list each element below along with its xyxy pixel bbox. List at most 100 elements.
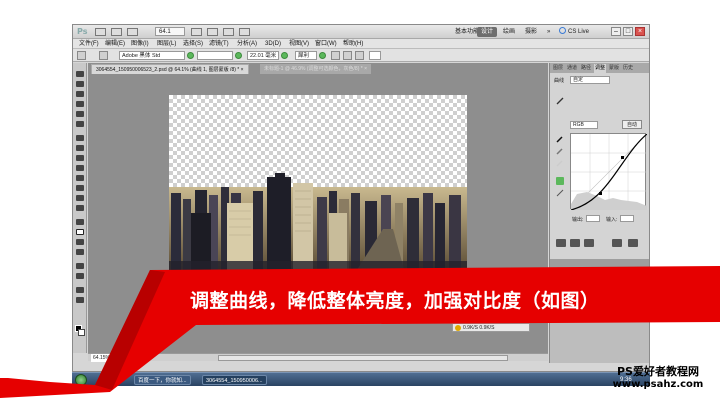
menu-select[interactable]: 选择(S) bbox=[183, 39, 203, 49]
edit-points-icon[interactable] bbox=[556, 177, 564, 185]
input-field[interactable] bbox=[620, 215, 634, 222]
zoom-level-field[interactable]: 64.1 bbox=[155, 27, 185, 36]
marquee-tool-icon[interactable] bbox=[76, 81, 84, 87]
target-adjust-icon[interactable] bbox=[556, 97, 564, 105]
cs-live-button[interactable]: CS Live bbox=[559, 27, 589, 37]
clip-layer-icon[interactable] bbox=[570, 239, 580, 247]
crop-tool-icon[interactable] bbox=[76, 111, 84, 117]
tab-adjustments[interactable]: 调整 bbox=[594, 64, 607, 73]
type-tool-icon[interactable] bbox=[76, 229, 84, 235]
view-extras-icon[interactable] bbox=[127, 28, 138, 36]
align-left-icon[interactable] bbox=[331, 51, 340, 60]
auto-button[interactable]: 自动 bbox=[622, 120, 642, 129]
quick-select-tool-icon[interactable] bbox=[76, 101, 84, 107]
bridge-icon[interactable] bbox=[95, 28, 106, 36]
tab-masks[interactable]: 蒙版 bbox=[608, 64, 620, 73]
tab-untitled-document[interactable]: 未标题-1 @ 46.9% (调整可选颜色，灰色/8) * × bbox=[260, 64, 372, 74]
menu-view[interactable]: 视图(V) bbox=[289, 39, 309, 49]
visibility-icon[interactable] bbox=[584, 239, 594, 247]
menu-layer[interactable]: 图层(L) bbox=[157, 39, 176, 49]
menu-edit[interactable]: 编辑(E) bbox=[105, 39, 125, 49]
ps-logo: Ps bbox=[77, 27, 88, 36]
tab-channels[interactable]: 通道 bbox=[566, 64, 578, 73]
workspace-design[interactable]: 设计 bbox=[477, 27, 498, 37]
background-color[interactable] bbox=[78, 329, 85, 336]
3d-rotate-tool-icon[interactable] bbox=[76, 263, 84, 269]
type-tool-preset-icon[interactable] bbox=[77, 51, 86, 60]
taskbar-item-photoshop[interactable]: 3064554_150950006... bbox=[202, 375, 267, 385]
workspace-expand-button[interactable]: » bbox=[543, 27, 554, 37]
tab-history[interactable]: 历史 bbox=[622, 64, 634, 73]
workspace-painting[interactable]: 绘画 bbox=[499, 27, 519, 37]
minimize-button[interactable]: – bbox=[611, 27, 621, 36]
blur-tool-icon[interactable] bbox=[76, 195, 84, 201]
mini-bridge-icon[interactable] bbox=[111, 28, 122, 36]
black-point-eyedropper-icon[interactable] bbox=[556, 135, 564, 143]
antialias-select[interactable]: 犀利 bbox=[295, 51, 317, 60]
history-brush-tool-icon[interactable] bbox=[76, 165, 84, 171]
gradient-tool-icon[interactable] bbox=[76, 185, 84, 191]
document-info[interactable]: 文档:1.98M/... bbox=[122, 354, 153, 362]
image-canvas[interactable] bbox=[169, 95, 467, 273]
clone-stamp-tool-icon[interactable] bbox=[76, 155, 84, 161]
color-swatches[interactable] bbox=[75, 325, 85, 339]
healing-brush-tool-icon[interactable] bbox=[76, 135, 84, 141]
eyedropper-tool-icon[interactable] bbox=[76, 121, 84, 127]
shape-tool-icon[interactable] bbox=[76, 249, 84, 255]
tab-layers[interactable]: 图层 bbox=[552, 64, 564, 73]
brush-tool-icon[interactable] bbox=[76, 145, 84, 151]
text-orientation-icon[interactable] bbox=[99, 51, 108, 60]
maximize-button[interactable]: □ bbox=[623, 27, 633, 36]
menu-analysis[interactable]: 分析(A) bbox=[237, 39, 257, 49]
zoom-status-field[interactable]: 64.15% bbox=[91, 354, 112, 362]
align-right-icon[interactable] bbox=[355, 51, 364, 60]
zoom-tool-icon[interactable] bbox=[76, 297, 84, 303]
menu-file[interactable]: 文件(F) bbox=[79, 39, 99, 49]
cs-live-label: CS Live bbox=[568, 29, 590, 35]
back-arrow-icon[interactable] bbox=[556, 239, 566, 247]
3d-camera-tool-icon[interactable] bbox=[76, 273, 84, 279]
gray-point-eyedropper-icon[interactable] bbox=[556, 147, 564, 155]
menu-image[interactable]: 图像(I) bbox=[131, 39, 149, 49]
path-selection-tool-icon[interactable] bbox=[76, 239, 84, 245]
screen-mode-icon[interactable] bbox=[239, 28, 250, 36]
pencil-curve-icon[interactable] bbox=[556, 189, 564, 197]
tab-paths[interactable]: 路径 bbox=[580, 64, 592, 73]
horizontal-scrollbar[interactable] bbox=[218, 355, 508, 361]
panel-tab-strip: 图层 通道 路径 调整 蒙版 历史 bbox=[550, 63, 649, 73]
output-field[interactable] bbox=[586, 215, 600, 222]
arrange-documents-icon[interactable] bbox=[223, 28, 234, 36]
start-button[interactable] bbox=[75, 374, 87, 386]
tab-active-document[interactable]: 3064554_150950006523_2.psd @ 64.1% (曲线 1… bbox=[91, 64, 249, 74]
text-color-swatch[interactable] bbox=[369, 51, 381, 60]
workspace-photography[interactable]: 摄影 bbox=[521, 27, 541, 37]
hand-tool-icon[interactable] bbox=[76, 287, 84, 293]
align-center-icon[interactable] bbox=[343, 51, 352, 60]
hand-tool-icon[interactable] bbox=[191, 28, 202, 36]
taskbar-item-browser[interactable]: 百度一下，你就知... bbox=[134, 375, 191, 385]
font-style-go-icon bbox=[235, 52, 242, 59]
network-speed-widget: 0.9K/S 0.9K/S bbox=[452, 323, 530, 332]
menu-window[interactable]: 窗口(W) bbox=[315, 39, 337, 49]
channel-select[interactable]: RGB bbox=[570, 121, 598, 129]
curves-preset-select[interactable]: 自定 bbox=[570, 76, 610, 84]
move-tool-icon[interactable] bbox=[76, 71, 84, 77]
dodge-tool-icon[interactable] bbox=[76, 205, 84, 211]
delete-adjustment-icon[interactable] bbox=[628, 239, 638, 247]
close-button[interactable]: × bbox=[635, 27, 645, 36]
reset-icon[interactable] bbox=[612, 239, 622, 247]
photoshop-window: Ps 64.1 基本功能 设计 绘画 摄影 » CS Live – □ × 文件… bbox=[72, 24, 650, 372]
eraser-tool-icon[interactable] bbox=[76, 175, 84, 181]
site-watermark: PS爱好者教程网 www.psahz.com bbox=[596, 365, 720, 391]
menu-help[interactable]: 帮助(H) bbox=[343, 39, 363, 49]
white-point-eyedropper-icon[interactable] bbox=[556, 159, 564, 167]
font-family-select[interactable]: Adobe 黑体 Std bbox=[119, 51, 185, 60]
lasso-tool-icon[interactable] bbox=[76, 91, 84, 97]
rotate-view-icon[interactable] bbox=[207, 28, 218, 36]
pen-tool-icon[interactable] bbox=[76, 219, 84, 225]
menu-filter[interactable]: 滤镜(T) bbox=[209, 39, 229, 49]
curve-graph[interactable] bbox=[570, 133, 648, 211]
font-size-select[interactable]: 22.01 毫米 bbox=[247, 51, 279, 60]
font-style-select[interactable] bbox=[197, 51, 233, 60]
menu-3d[interactable]: 3D(D) bbox=[265, 39, 281, 49]
